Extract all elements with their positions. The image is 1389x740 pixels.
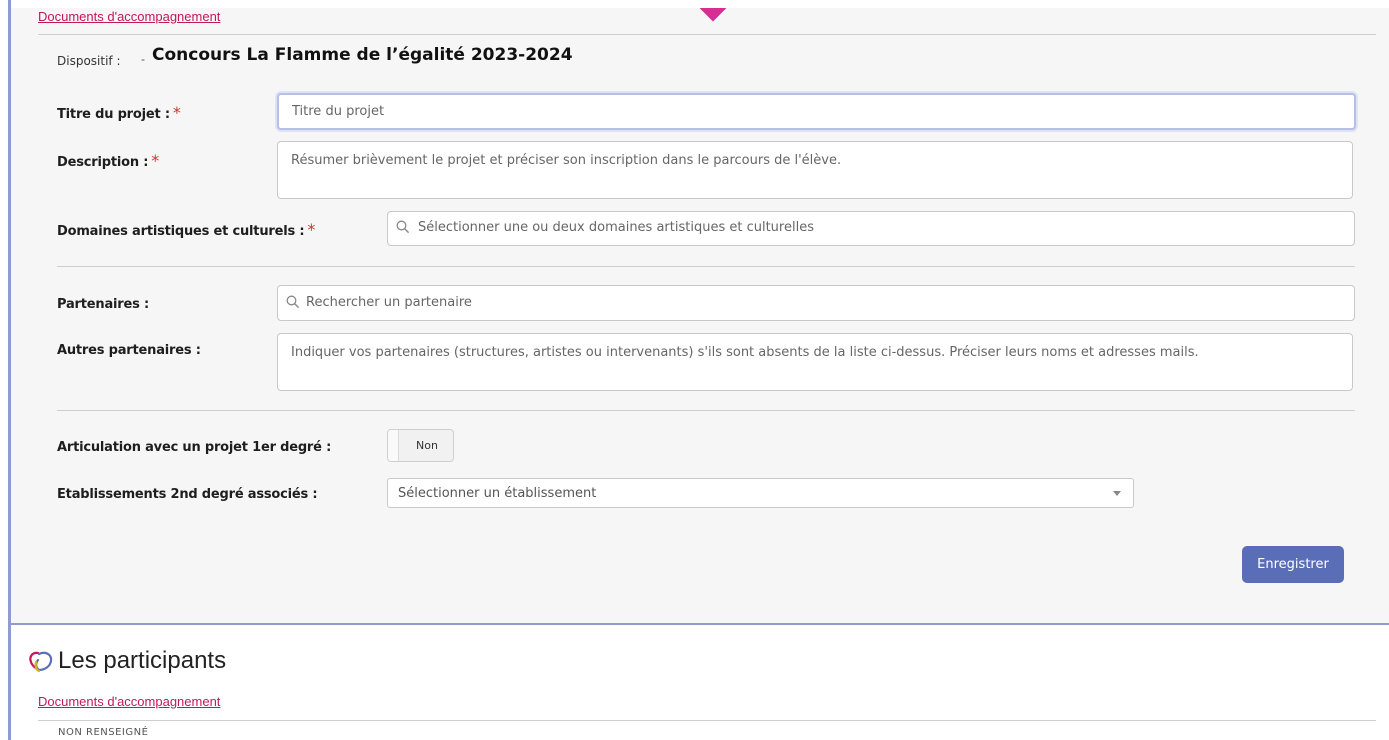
search-icon [396, 220, 410, 234]
required-marker: * [151, 151, 160, 170]
left-accent-rule [8, 0, 11, 740]
participants-status: NON RENSEIGNÉ [58, 727, 149, 738]
partenaires-search-input[interactable]: Rechercher un partenaire [277, 285, 1355, 321]
description-textarea[interactable]: Résumer brièvement le projet et préciser… [277, 141, 1353, 199]
autres-partenaires-textarea[interactable]: Indiquer vos partenaires (structures, ar… [277, 333, 1353, 391]
divider-middle [57, 266, 1355, 267]
dispositif-dash: - [141, 52, 145, 66]
partenaires-placeholder: Rechercher un partenaire [306, 295, 472, 310]
titre-placeholder: Titre du projet [292, 104, 385, 119]
etablissements-select[interactable]: Sélectionner un établissement [387, 478, 1134, 508]
toggle-value: Non [416, 439, 438, 452]
chevron-down-icon [1113, 491, 1121, 496]
autres-partenaires-placeholder: Indiquer vos partenaires (structures, ar… [291, 345, 1199, 360]
toggle-knob [388, 430, 399, 461]
dispositif-value: Concours La Flamme de l’égalité 2023-202… [152, 45, 573, 65]
titre-input[interactable]: Titre du projet [277, 93, 1356, 130]
articulation-label: Articulation avec un projet 1er degré : [57, 440, 332, 455]
participants-icon [29, 651, 53, 673]
documents-link-participants[interactable]: Documents d'accompagnement [38, 694, 220, 709]
required-marker: * [307, 220, 316, 239]
dispositif-label: Dispositif : [57, 54, 121, 68]
divider-top [38, 34, 1376, 35]
description-placeholder: Résumer brièvement le projet et préciser… [291, 153, 842, 168]
top-band [0, 0, 1389, 8]
domaines-search-input[interactable]: Sélectionner une ou deux domaines artist… [387, 211, 1355, 246]
titre-label: Titre du projet : * [57, 103, 181, 122]
articulation-toggle[interactable]: Non [387, 429, 454, 462]
partenaires-label: Partenaires : [57, 297, 149, 312]
autres-partenaires-label: Autres partenaires : [57, 343, 201, 358]
documents-link-top[interactable]: Documents d'accompagnement [38, 9, 220, 24]
etablissements-selected: Sélectionner un établissement [398, 486, 597, 501]
domaines-placeholder: Sélectionner une ou deux domaines artist… [418, 220, 814, 235]
description-label: Description : * [57, 151, 160, 170]
divider-lower [57, 410, 1355, 411]
search-icon [286, 295, 300, 309]
required-marker: * [172, 103, 181, 122]
section-divider [11, 623, 1389, 625]
domaines-label: Domaines artistiques et culturels : * [57, 220, 316, 239]
divider-participants [38, 720, 1376, 721]
save-button[interactable]: Enregistrer [1242, 546, 1344, 583]
etablissements-label: Etablissements 2nd degré associés : [57, 487, 318, 502]
page: Documents d'accompagnement Dispositif : … [0, 0, 1389, 740]
participants-title: Les participants [58, 647, 227, 674]
